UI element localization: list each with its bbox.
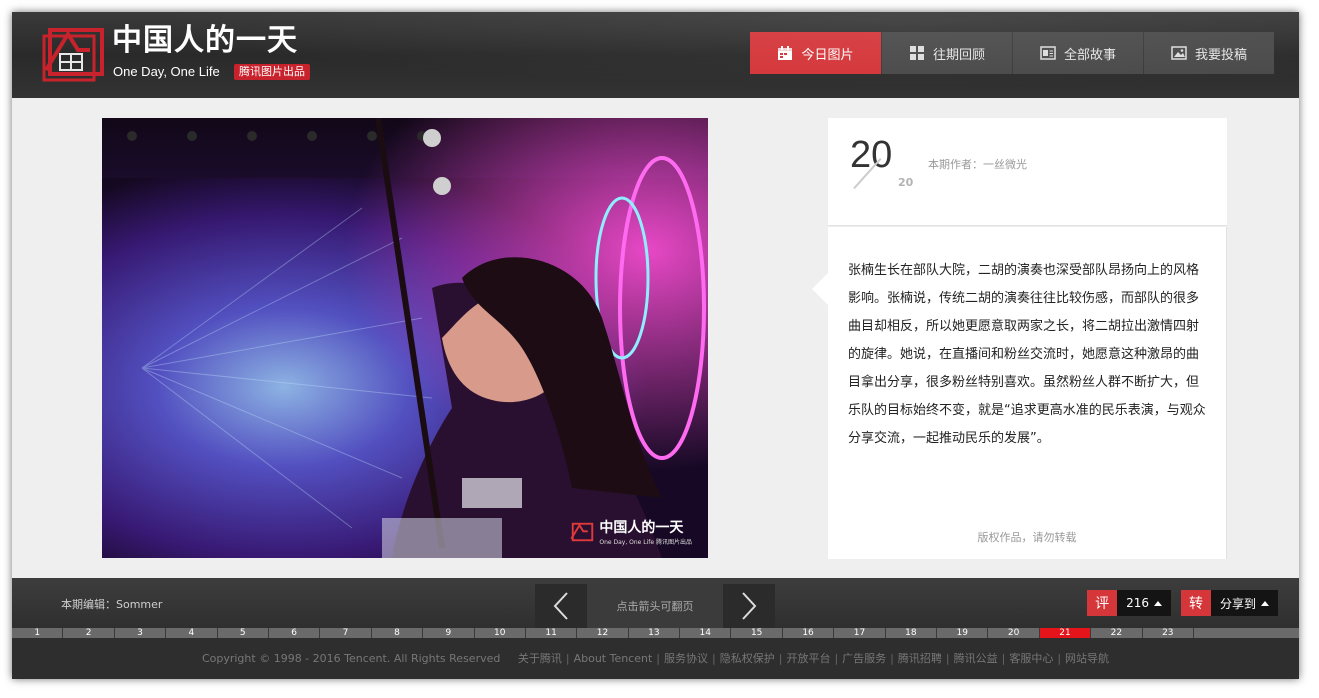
grid-icon <box>909 46 924 60</box>
editor-label: 本期编辑：Sommer <box>61 598 163 611</box>
footer-link[interactable]: 关于腾讯 <box>518 652 562 665</box>
timeline-item[interactable]: 14 <box>680 628 732 638</box>
timeline-item[interactable]: 5 <box>218 628 269 638</box>
timeline-item[interactable]: 23 <box>1143 628 1194 638</box>
image-icon <box>1171 46 1187 60</box>
comment-button[interactable]: 评 <box>1087 590 1118 616</box>
comment-count: 216 <box>1126 596 1149 610</box>
link-separator: | <box>712 652 716 665</box>
comment-widget: 评 216 <box>1087 590 1171 616</box>
footer-link[interactable]: 网站导航 <box>1065 652 1109 665</box>
social-bar: 评 216 转 分享到 <box>1087 590 1278 616</box>
photo-timeline: 1 2 3 4 5 6 7 8 9 10 11 12 13 14 15 16 17 18 19 20 21 22 23 <box>12 628 1299 638</box>
link-separator: | <box>1057 652 1062 665</box>
link-separator: | <box>1001 652 1006 665</box>
page-frame: 中国人的一天 One Day, One Life 腾讯图片出品 今日图片 往期回… <box>12 12 1299 679</box>
timeline-item[interactable]: 21 <box>1039 628 1092 638</box>
main-nav: 今日图片 往期回顾 全部故事 我要投稿 <box>750 32 1274 74</box>
site-subtitle: One Day, One Life <box>113 64 220 79</box>
timeline-item[interactable]: 1 <box>12 628 64 638</box>
caret-up-icon <box>1261 600 1269 606</box>
prev-page-button[interactable] <box>535 584 587 628</box>
timeline-item[interactable]: 17 <box>834 628 886 638</box>
story-text-card: 张楠生长在部队大院，二胡的演奏也深受部队昂扬向上的风格影响。张楠说，传统二胡的演… <box>812 227 1227 559</box>
footer-link[interactable]: 开放平台 <box>786 652 830 665</box>
timeline-item[interactable]: 6 <box>269 628 321 638</box>
timeline-item[interactable]: 7 <box>320 628 372 638</box>
timeline-item[interactable]: 18 <box>886 628 938 638</box>
nav-today-button[interactable]: 今日图片 <box>750 32 881 74</box>
footer-link[interactable]: 客服中心 <box>1009 652 1053 665</box>
card-pointer <box>812 273 828 305</box>
timeline-item[interactable]: 10 <box>475 628 526 638</box>
share-menu-button[interactable]: 分享到 <box>1210 590 1278 616</box>
calendar-icon <box>778 46 793 60</box>
producer-badge: 腾讯图片出品 <box>234 64 310 80</box>
next-page-button[interactable] <box>723 584 775 628</box>
timeline-item[interactable]: 19 <box>937 628 989 638</box>
nav-archive-label: 往期回顾 <box>932 47 985 63</box>
footer-link[interactable]: 腾讯招聘 <box>898 652 942 665</box>
nav-archive-button[interactable]: 往期回顾 <box>881 32 1012 74</box>
site-footer: 本期编辑：Sommer 点击箭头可翻页 评 216 转 分享到 1 2 3 4 … <box>12 578 1299 679</box>
comment-count-button[interactable]: 216 <box>1117 590 1171 616</box>
link-separator: | <box>890 652 894 665</box>
link-separator: | <box>565 652 570 665</box>
share-widget: 转 分享到 <box>1180 590 1278 616</box>
pager: 点击箭头可翻页 <box>535 584 775 628</box>
nav-stories-label: 全部故事 <box>1063 47 1116 63</box>
timeline-item[interactable]: 2 <box>63 628 115 638</box>
photo-watermark: 中国人的一天 One Day, One Life 腾讯图片出品 <box>568 517 692 546</box>
watermark-subtitle: One Day, One Life 腾讯图片出品 <box>599 539 692 546</box>
repost-button[interactable]: 转 <box>1180 590 1211 616</box>
link-separator: | <box>778 652 783 665</box>
copyright-note: 版权作品，请勿转载 <box>977 531 1077 544</box>
site-header: 中国人的一天 One Day, One Life 腾讯图片出品 今日图片 往期回… <box>12 12 1299 98</box>
nav-stories-button[interactable]: 全部故事 <box>1012 32 1143 74</box>
copyright-text: Copyright © 1998 - 2016 Tencent. All Rig… <box>201 652 501 665</box>
logo-icon[interactable] <box>38 20 106 84</box>
timeline-item[interactable]: 3 <box>115 628 167 638</box>
chevron-left-icon <box>553 592 568 620</box>
site-title[interactable]: 中国人的一天 <box>112 24 298 58</box>
timeline-item[interactable]: 11 <box>526 628 578 638</box>
footer-toolbar: 本期编辑：Sommer 点击箭头可翻页 评 216 转 分享到 <box>12 578 1299 628</box>
photo-image <box>102 118 708 558</box>
chevron-right-icon <box>742 592 757 620</box>
footer-link[interactable]: 服务协议 <box>664 652 708 665</box>
link-separator: | <box>945 652 950 665</box>
footer-link[interactable]: 隐私权保护 <box>720 652 775 665</box>
timeline-item[interactable]: 12 <box>577 628 629 638</box>
footer-link-list: 关于腾讯 | About Tencent | 服务协议 | 隐私权保护 | 开放平台 | 广告服务 |… <box>518 652 1109 665</box>
story-photo[interactable]: 中国人的一天 One Day, One Life 腾讯图片出品 <box>102 118 708 558</box>
watermark-title: 中国人的一天 <box>599 520 684 536</box>
link-separator: | <box>834 652 839 665</box>
timeline-item[interactable]: 15 <box>731 628 783 638</box>
footer-link[interactable]: 广告服务 <box>842 652 886 665</box>
footer-links: Copyright © 1998 - 2016 Tencent. All Rig… <box>12 650 1299 666</box>
timeline-item[interactable]: 9 <box>423 628 475 638</box>
footer-link[interactable]: 腾讯公益 <box>954 652 998 665</box>
nav-submit-button[interactable]: 我要投稿 <box>1143 32 1274 74</box>
timeline-item[interactable]: 8 <box>372 628 424 638</box>
link-separator: | <box>656 652 661 665</box>
nav-today-label: 今日图片 <box>801 47 854 63</box>
author-label: 本期作者：一丝微光 <box>928 158 1027 171</box>
share-label: 分享到 <box>1219 596 1256 611</box>
caret-up-icon <box>1153 600 1162 606</box>
story-description: 张楠生长在部队大院，二胡的演奏也深受部队昂扬向上的风格影响。张楠说，传统二胡的演… <box>848 263 1206 446</box>
timeline-item[interactable]: 4 <box>166 628 218 638</box>
footer-link[interactable]: About Tencent <box>574 652 653 665</box>
timeline-item[interactable]: 16 <box>783 628 835 638</box>
page-total: 20 <box>898 176 914 189</box>
watermark-logo-icon <box>570 522 594 541</box>
timeline-item[interactable]: 13 <box>629 628 681 638</box>
pager-hint: 点击箭头可翻页 <box>616 600 694 613</box>
story-header-card: 20 20 本期作者：一丝微光 <box>828 118 1227 226</box>
timeline-item[interactable]: 22 <box>1091 628 1143 638</box>
nav-submit-label: 我要投稿 <box>1194 47 1247 63</box>
timeline-item[interactable]: 20 <box>988 628 1040 638</box>
story-icon <box>1040 46 1056 60</box>
